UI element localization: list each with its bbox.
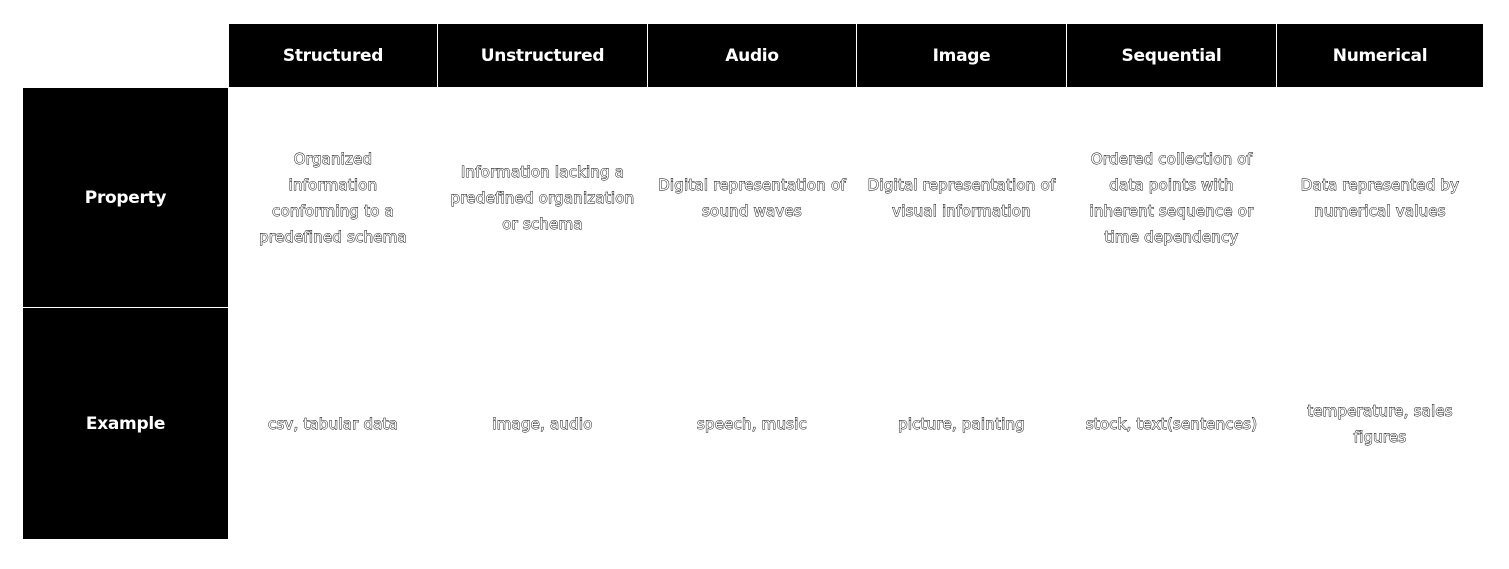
table-cell-property-sequential: Ordered collection of data points with i… (1067, 88, 1276, 307)
cell-text: speech, music (696, 414, 808, 433)
cell-text: Information lacking a predefined organiz… (450, 162, 635, 233)
cell-text: Data represented by numerical values (1300, 175, 1460, 220)
cell-text: Organized information conforming to a pr… (259, 149, 408, 246)
table-cell-property-numerical: Data represented by numerical values (1277, 88, 1483, 307)
table-cell-example-structured: csv, tabular data (229, 308, 437, 539)
cell-text: csv, tabular data (267, 414, 399, 433)
table-cell-property-image: Digital representation of visual informa… (857, 88, 1066, 307)
table-cell-property-unstructured: Information lacking a predefined organiz… (438, 88, 647, 307)
table-cell-property-structured: Organized information conforming to a pr… (229, 88, 437, 307)
cell-text: Digital representation of visual informa… (867, 175, 1056, 220)
row-header-property: Property (23, 88, 228, 307)
column-header-image: Image (857, 24, 1066, 87)
table-corner-cell (23, 24, 228, 87)
cell-text: Digital representation of sound waves (658, 175, 846, 220)
cell-text: image, audio (492, 414, 593, 433)
column-header-numerical: Numerical (1277, 24, 1483, 87)
cell-text: Ordered collection of data points with i… (1089, 149, 1254, 246)
column-header-sequential: Sequential (1067, 24, 1276, 87)
table-cell-example-numerical: temperature, sales figures (1277, 308, 1483, 539)
cell-text: picture, painting (898, 414, 1025, 433)
column-header-structured: Structured (229, 24, 437, 87)
data-types-table: Structured Unstructured Audio Image Sequ… (23, 24, 1483, 539)
table-cell-property-audio: Digital representation of sound waves (648, 88, 856, 307)
cell-text: temperature, sales figures (1307, 401, 1453, 446)
table-cell-example-image: picture, painting (857, 308, 1066, 539)
cell-text: stock, text(sentences) (1085, 414, 1258, 433)
table-cell-example-audio: speech, music (648, 308, 856, 539)
row-header-example: Example (23, 308, 228, 539)
column-header-unstructured: Unstructured (438, 24, 647, 87)
column-header-audio: Audio (648, 24, 856, 87)
table-cell-example-unstructured: image, audio (438, 308, 647, 539)
table-cell-example-sequential: stock, text(sentences) (1067, 308, 1276, 539)
